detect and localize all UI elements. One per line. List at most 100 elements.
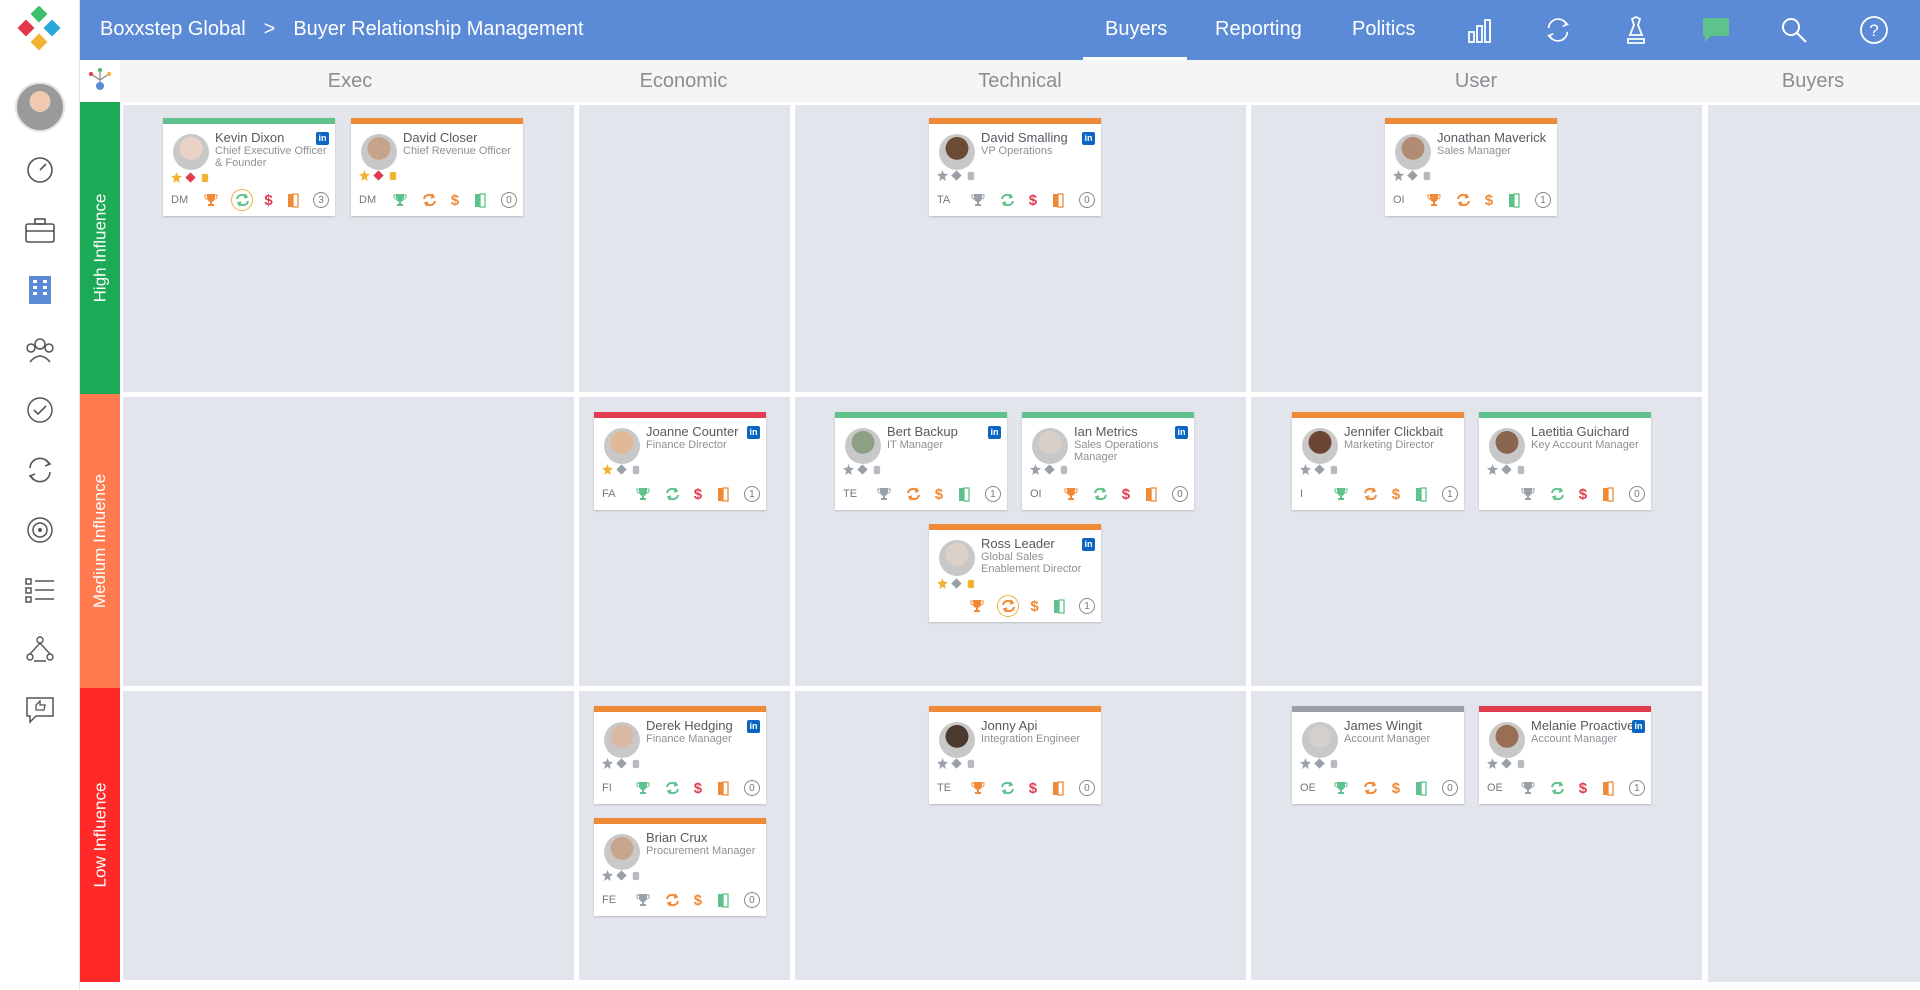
contact-card[interactable]: Jonny Api Integration Engineer TE $ 0	[929, 706, 1101, 804]
cycle-icon[interactable]	[664, 779, 682, 797]
activity-count-badge[interactable]: 0	[1628, 486, 1645, 502]
contact-card[interactable]: Derek Hedging Finance Manager in FI $ 0	[594, 706, 766, 804]
contact-card[interactable]: Ross Leader Global Sales Enablement Dire…	[929, 524, 1101, 622]
contact-card[interactable]: David Closer Chief Revenue Officer DM $ …	[351, 118, 523, 216]
contact-name[interactable]: Jennifer Clickbait	[1344, 424, 1443, 439]
contact-card[interactable]: Melanie Proactive Account Manager in OE …	[1479, 706, 1651, 804]
contact-name[interactable]: David Closer	[403, 130, 477, 145]
book-icon[interactable]	[1599, 485, 1617, 503]
checklist-icon[interactable]	[22, 572, 58, 608]
refresh-icon[interactable]	[1540, 12, 1576, 48]
dollar-icon[interactable]: $	[1392, 780, 1400, 797]
linkedin-icon[interactable]: in	[1175, 426, 1188, 439]
chess-icon[interactable]	[1618, 12, 1654, 48]
contact-name[interactable]: Joanne Counter	[646, 424, 739, 439]
activity-count-badge[interactable]: 0	[1171, 486, 1188, 502]
trophy-icon[interactable]	[634, 779, 652, 797]
cycle-icon[interactable]	[664, 485, 682, 503]
contact-name[interactable]: Ian Metrics	[1074, 424, 1138, 439]
cycle-icon[interactable]	[1362, 485, 1380, 503]
activity-count-badge[interactable]: 0	[500, 192, 517, 208]
trophy-icon[interactable]	[202, 191, 220, 209]
contact-card[interactable]: Joanne Counter Finance Director in FA $ …	[594, 412, 766, 510]
feedback-icon[interactable]	[22, 692, 58, 728]
cycle-icon[interactable]	[1092, 485, 1110, 503]
dollar-icon[interactable]: $	[1579, 780, 1587, 797]
linkedin-icon[interactable]: in	[747, 720, 760, 733]
activity-count-badge[interactable]: 3	[312, 192, 329, 208]
cycle-icon[interactable]	[22, 452, 58, 488]
cycle-icon[interactable]	[231, 189, 254, 211]
contact-card[interactable]: James Wingit Account Manager OE $ 0	[1292, 706, 1464, 804]
dollar-icon[interactable]: $	[1029, 780, 1037, 797]
trophy-icon[interactable]	[969, 779, 987, 797]
linkedin-icon[interactable]: in	[316, 132, 329, 145]
dollar-icon[interactable]: $	[1485, 192, 1493, 209]
cycle-icon[interactable]	[905, 485, 923, 503]
dollar-icon[interactable]: $	[1122, 486, 1130, 503]
book-icon[interactable]	[955, 485, 973, 503]
dollar-icon[interactable]: $	[451, 192, 459, 209]
activity-count-badge[interactable]: 0	[1078, 780, 1095, 796]
checkmark-icon[interactable]	[22, 392, 58, 428]
linkedin-icon[interactable]: in	[747, 426, 760, 439]
contact-card[interactable]: David Smalling VP Operations in TA $ 0	[929, 118, 1101, 216]
activity-count-badge[interactable]: 1	[1534, 192, 1551, 208]
breadcrumb-org[interactable]: Boxxstep Global	[100, 18, 246, 41]
book-icon[interactable]	[1142, 485, 1160, 503]
book-icon[interactable]	[1505, 191, 1523, 209]
cycle-icon[interactable]	[1549, 485, 1567, 503]
linkedin-icon[interactable]: in	[988, 426, 1001, 439]
contact-card[interactable]: Bert Backup IT Manager in TE $ 1	[835, 412, 1007, 510]
map-layout-icon[interactable]	[84, 62, 116, 98]
trophy-icon[interactable]	[634, 485, 652, 503]
book-icon[interactable]	[1049, 779, 1067, 797]
cycle-icon[interactable]	[1455, 191, 1473, 209]
trophy-icon[interactable]	[968, 597, 986, 615]
cycle-icon[interactable]	[1549, 779, 1567, 797]
contact-name[interactable]: Ross Leader	[981, 536, 1055, 551]
dashboard-gauge-icon[interactable]	[22, 152, 58, 188]
dollar-icon[interactable]: $	[694, 892, 702, 909]
activity-count-badge[interactable]: 0	[1078, 192, 1095, 208]
user-avatar[interactable]	[15, 82, 65, 132]
tab-reporting[interactable]: Reporting	[1215, 18, 1302, 41]
cycle-icon[interactable]	[664, 891, 682, 909]
contact-name[interactable]: Derek Hedging	[646, 718, 733, 733]
team-icon[interactable]	[22, 332, 58, 368]
contact-name[interactable]: Jonny Api	[981, 718, 1037, 733]
activity-count-badge[interactable]: 1	[1441, 486, 1458, 502]
cycle-icon[interactable]	[997, 595, 1020, 617]
book-icon[interactable]	[471, 191, 489, 209]
contact-name[interactable]: Jonathan Maverick	[1437, 130, 1546, 145]
activity-count-badge[interactable]: 0	[743, 892, 760, 908]
chat-icon[interactable]	[1698, 12, 1734, 48]
book-icon[interactable]	[284, 191, 302, 209]
contact-card[interactable]: Ian Metrics Sales Operations Manager in …	[1022, 412, 1194, 510]
contact-name[interactable]: Laetitia Guichard	[1531, 424, 1629, 439]
trophy-icon[interactable]	[969, 191, 987, 209]
contact-name[interactable]: David Smalling	[981, 130, 1068, 145]
contact-name[interactable]: James Wingit	[1344, 718, 1422, 733]
activity-count-badge[interactable]: 0	[743, 780, 760, 796]
contact-card[interactable]: Brian Crux Procurement Manager FE $ 0	[594, 818, 766, 916]
book-icon[interactable]	[714, 891, 732, 909]
app-logo-icon[interactable]	[14, 5, 66, 56]
activity-count-badge[interactable]: 1	[984, 486, 1001, 502]
tab-buyers[interactable]: Buyers	[1105, 18, 1167, 41]
book-icon[interactable]	[1599, 779, 1617, 797]
cycle-icon[interactable]	[421, 191, 439, 209]
search-icon[interactable]	[1776, 12, 1812, 48]
trophy-icon[interactable]	[1519, 779, 1537, 797]
trophy-icon[interactable]	[1332, 779, 1350, 797]
dollar-icon[interactable]: $	[1029, 192, 1037, 209]
activity-count-badge[interactable]: 1	[1628, 780, 1645, 796]
dollar-icon[interactable]: $	[1579, 486, 1587, 503]
contact-card[interactable]: Jonathan Maverick Sales Manager OI $ 1	[1385, 118, 1557, 216]
book-icon[interactable]	[1412, 779, 1430, 797]
trophy-icon[interactable]	[1425, 191, 1443, 209]
briefcase-icon[interactable]	[22, 212, 58, 248]
contact-name[interactable]: Melanie Proactive	[1531, 718, 1634, 733]
dollar-icon[interactable]: $	[264, 192, 272, 209]
contact-name[interactable]: Bert Backup	[887, 424, 958, 439]
